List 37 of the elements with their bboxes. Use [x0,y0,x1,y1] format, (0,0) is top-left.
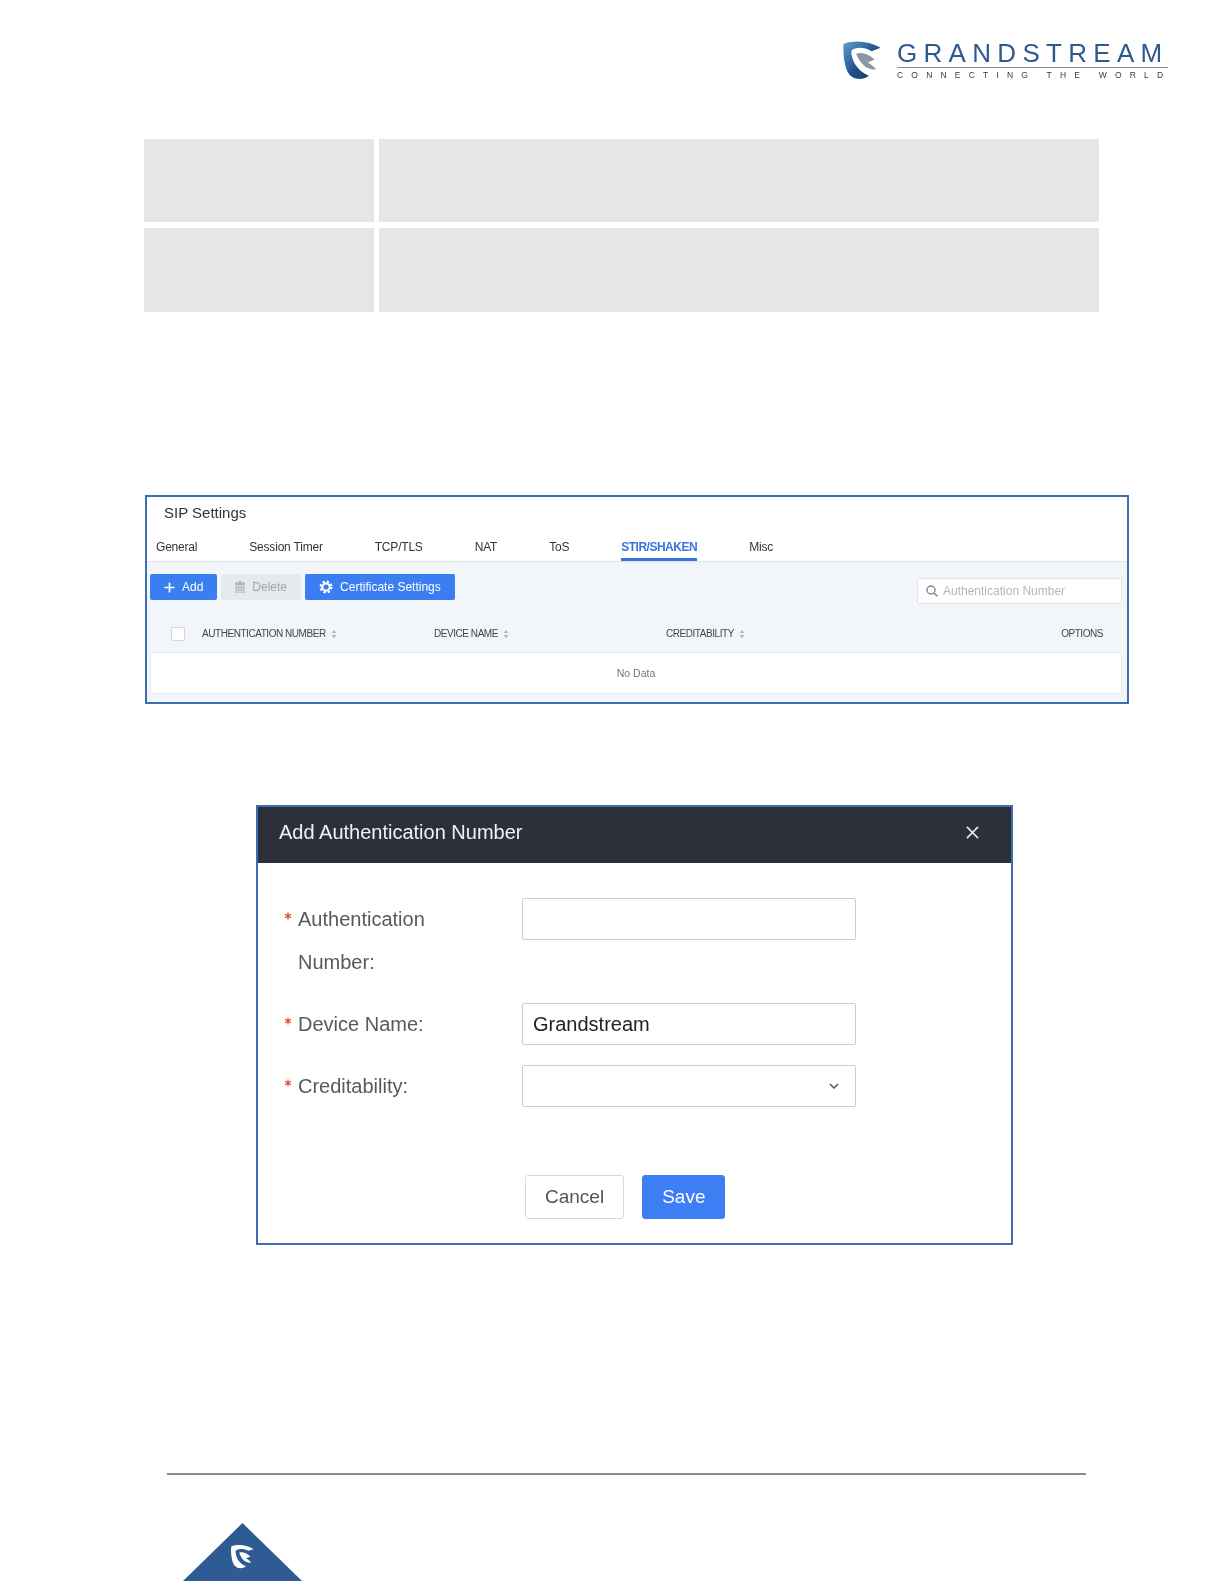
add-button[interactable]: Add [150,574,218,600]
plus-icon [164,581,175,593]
select-field[interactable] [522,1065,856,1107]
triangle-logo-icon [183,1523,302,1581]
field-label: Creditability: [298,1074,410,1099]
panel-title: SIP Settings [163,503,248,523]
chevron-down-icon [829,1083,839,1089]
logo-wordmark: GRANDSTREAM [897,41,1169,64]
logo-tagline: CONNECTING THE WORLD [897,70,1172,80]
field-label: Authentication Number: [298,907,426,975]
gear-icon [319,580,334,594]
checkbox[interactable] [171,626,185,641]
input-field[interactable]: Grandstream [522,1003,856,1045]
column-header[interactable]: DEVICE NAME [434,628,666,639]
trash-icon [235,581,246,593]
sort-icon[interactable] [330,628,337,639]
tab[interactable]: NAT [474,539,498,561]
settings-button[interactable]: Certificate Settings [305,574,455,600]
save-button[interactable]: Save [642,1175,726,1219]
close-icon[interactable] [966,825,979,839]
sort-icon[interactable] [738,628,745,639]
empty-message: No Data [616,667,656,679]
column-header[interactable]: AUTHENTICATION NUMBER [202,628,434,639]
field-label: Device Name: [298,1012,425,1037]
cancel-button[interactable]: Cancel [525,1175,625,1219]
column-header: OPTIONS [1061,628,1103,639]
dialog-title: Add Authentication Number [279,820,523,844]
column-header[interactable]: CREDITABILITY [666,628,1062,639]
tab[interactable]: TCP/TLS [374,539,423,561]
input-field[interactable] [522,898,856,940]
tab[interactable]: ToS [549,539,570,561]
search-field[interactable]: Authentication Number [917,578,1122,604]
tab[interactable]: Session Timer [249,539,323,561]
tab[interactable]: Misc [749,539,773,561]
tab[interactable]: General [156,539,198,561]
sort-icon[interactable] [502,628,509,639]
search-icon [926,585,938,597]
